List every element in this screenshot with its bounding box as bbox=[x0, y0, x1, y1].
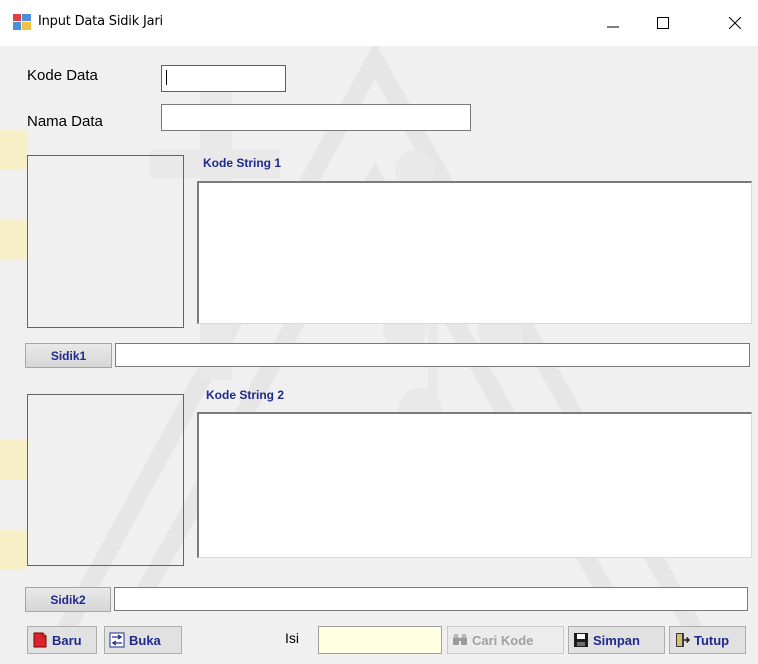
title-bar: Input Data Sidik Jari bbox=[0, 0, 758, 46]
open-swap-icon bbox=[109, 632, 125, 648]
sidik1-button[interactable]: Sidik1 bbox=[25, 343, 112, 368]
maximize-icon bbox=[657, 17, 669, 29]
cari-kode-button[interactable]: Cari Kode bbox=[447, 626, 564, 654]
minimize-button[interactable] bbox=[590, 0, 636, 46]
buka-label: Buka bbox=[129, 632, 161, 648]
sidik2-input[interactable] bbox=[114, 587, 748, 611]
nama-data-input[interactable] bbox=[161, 104, 471, 131]
buka-button[interactable]: Buka bbox=[104, 626, 182, 654]
kode-data-input[interactable] bbox=[161, 65, 286, 92]
isi-input[interactable] bbox=[318, 626, 442, 654]
tutup-button[interactable]: Tutup bbox=[669, 626, 746, 654]
baru-button[interactable]: Baru bbox=[27, 626, 97, 654]
new-document-icon bbox=[33, 632, 47, 648]
kode-data-label: Kode Data bbox=[27, 67, 98, 84]
fingerprint-image-2 bbox=[27, 394, 184, 566]
sidik2-button[interactable]: Sidik2 bbox=[25, 587, 111, 612]
tutup-label: Tutup bbox=[694, 632, 730, 648]
isi-label: Isi bbox=[285, 630, 299, 646]
window-title: Input Data Sidik Jari bbox=[38, 14, 163, 29]
sidik1-input[interactable] bbox=[115, 343, 750, 367]
simpan-label: Simpan bbox=[593, 632, 640, 648]
simpan-button[interactable]: Simpan bbox=[568, 626, 665, 654]
maximize-button[interactable] bbox=[640, 0, 686, 46]
exit-door-icon bbox=[676, 633, 690, 647]
close-button[interactable] bbox=[712, 0, 758, 46]
save-floppy-icon bbox=[574, 633, 588, 647]
baru-label: Baru bbox=[52, 632, 82, 648]
fingerprint-image-1 bbox=[27, 155, 184, 328]
cari-kode-label: Cari Kode bbox=[472, 632, 534, 648]
close-icon bbox=[729, 17, 741, 29]
text-caret bbox=[166, 70, 167, 85]
kode-string-1-label: Kode String 1 bbox=[203, 156, 282, 170]
kode-string-1-textarea[interactable] bbox=[197, 181, 752, 324]
app-form-icon bbox=[13, 14, 31, 30]
kode-string-2-textarea[interactable] bbox=[197, 412, 752, 558]
binoculars-icon bbox=[453, 634, 467, 645]
kode-string-2-label: Kode String 2 bbox=[206, 388, 285, 402]
minimize-icon bbox=[607, 26, 619, 28]
nama-data-label: Nama Data bbox=[27, 113, 103, 130]
